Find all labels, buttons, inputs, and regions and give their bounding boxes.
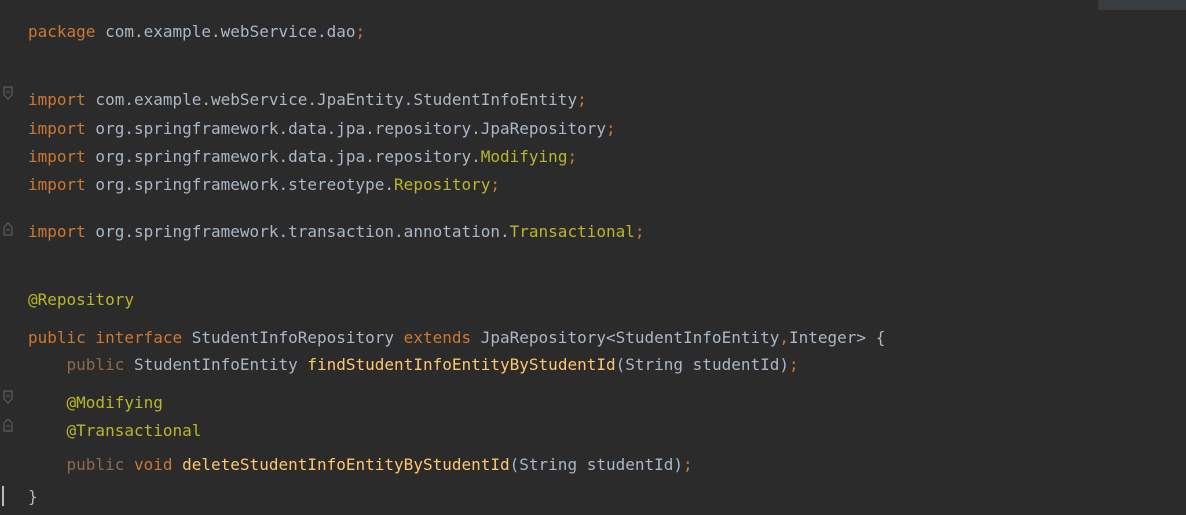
keyword-import: import bbox=[28, 175, 86, 194]
import-path: org.springframework.data.jpa.repository.… bbox=[85, 119, 606, 138]
code-line-6: import org.springframework.stereotype.Re… bbox=[28, 172, 500, 198]
keyword-import: import bbox=[28, 90, 86, 109]
fold-close-icon[interactable] bbox=[1, 416, 15, 434]
annotation-transactional: @Transactional bbox=[66, 421, 202, 440]
semicolon: ; bbox=[683, 455, 693, 474]
text-caret bbox=[2, 486, 4, 506]
return-type: StudentInfoEntity bbox=[124, 355, 308, 374]
keyword-extends: extends bbox=[394, 328, 472, 347]
method-find: findStudentInfoEntityByStudentId bbox=[307, 355, 616, 374]
horizontal-scrollbar-thumb[interactable] bbox=[1098, 0, 1186, 10]
code-line-10: public interface StudentInfoRepository e… bbox=[28, 325, 885, 351]
code-line-7: import org.springframework.transaction.a… bbox=[28, 219, 645, 245]
code-line-5: import org.springframework.data.jpa.repo… bbox=[28, 144, 577, 170]
interface-name: StudentInfoRepository bbox=[182, 328, 395, 347]
import-path: com.example.webService.JpaEntity.Student… bbox=[85, 90, 578, 109]
semicolon: ; bbox=[490, 175, 501, 194]
generic-type: JpaRepository<StudentInfoEntity bbox=[471, 328, 780, 347]
code-line-11: public StudentInfoEntity findStudentInfo… bbox=[28, 352, 799, 378]
code-line-13: @Transactional bbox=[28, 418, 202, 444]
semicolon: ; bbox=[789, 355, 799, 374]
package-name: com.example.webService.dao bbox=[95, 22, 356, 41]
fold-open-icon[interactable] bbox=[1, 388, 15, 406]
semicolon: ; bbox=[634, 222, 645, 241]
import-path: org.springframework.stereotype. bbox=[85, 175, 395, 194]
keyword-package: package bbox=[28, 22, 96, 41]
keyword-interface: interface bbox=[85, 328, 183, 347]
method-params: (String studentId) bbox=[509, 455, 684, 474]
code-line-3: import com.example.webService.JpaEntity.… bbox=[28, 87, 587, 113]
keyword-import: import bbox=[28, 147, 86, 166]
code-line-14: public void deleteStudentInfoEntityByStu… bbox=[28, 452, 693, 478]
semicolon: ; bbox=[355, 22, 366, 41]
keyword-public: public bbox=[66, 355, 125, 374]
code-editor[interactable]: package com.example.webService.dao; impo… bbox=[0, 0, 1186, 515]
closing-brace: } bbox=[28, 487, 38, 506]
import-path: org.springframework.transaction.annotati… bbox=[85, 222, 510, 241]
keyword-public: public bbox=[66, 455, 125, 474]
code-line-15: } bbox=[28, 484, 38, 510]
generic-type-end: Integer> { bbox=[789, 328, 886, 347]
keyword-import: import bbox=[28, 222, 86, 241]
keyword-void: void bbox=[124, 455, 183, 474]
method-params: (String studentId) bbox=[615, 355, 789, 374]
semicolon: ; bbox=[567, 147, 578, 166]
code-line-9: @Repository bbox=[28, 287, 134, 313]
import-identifier: Transactional bbox=[509, 222, 635, 241]
annotation-modifying: @Modifying bbox=[66, 393, 163, 412]
keyword-import: import bbox=[28, 119, 86, 138]
code-line-12: @Modifying bbox=[28, 390, 163, 416]
keyword-public: public bbox=[28, 328, 86, 347]
import-identifier: Repository bbox=[394, 175, 491, 194]
import-identifier: Modifying bbox=[480, 147, 568, 166]
fold-open-icon[interactable] bbox=[1, 84, 15, 102]
method-delete: deleteStudentInfoEntityByStudentId bbox=[182, 455, 510, 474]
import-path: org.springframework.data.jpa.repository. bbox=[85, 147, 481, 166]
comma: , bbox=[779, 328, 789, 347]
semicolon: ; bbox=[605, 119, 616, 138]
code-line-1: package com.example.webService.dao; bbox=[28, 19, 365, 45]
editor-gutter bbox=[0, 0, 22, 515]
fold-close-icon[interactable] bbox=[1, 220, 15, 238]
annotation-repository: @Repository bbox=[28, 290, 134, 309]
code-line-4: import org.springframework.data.jpa.repo… bbox=[28, 116, 616, 142]
semicolon: ; bbox=[577, 90, 587, 109]
